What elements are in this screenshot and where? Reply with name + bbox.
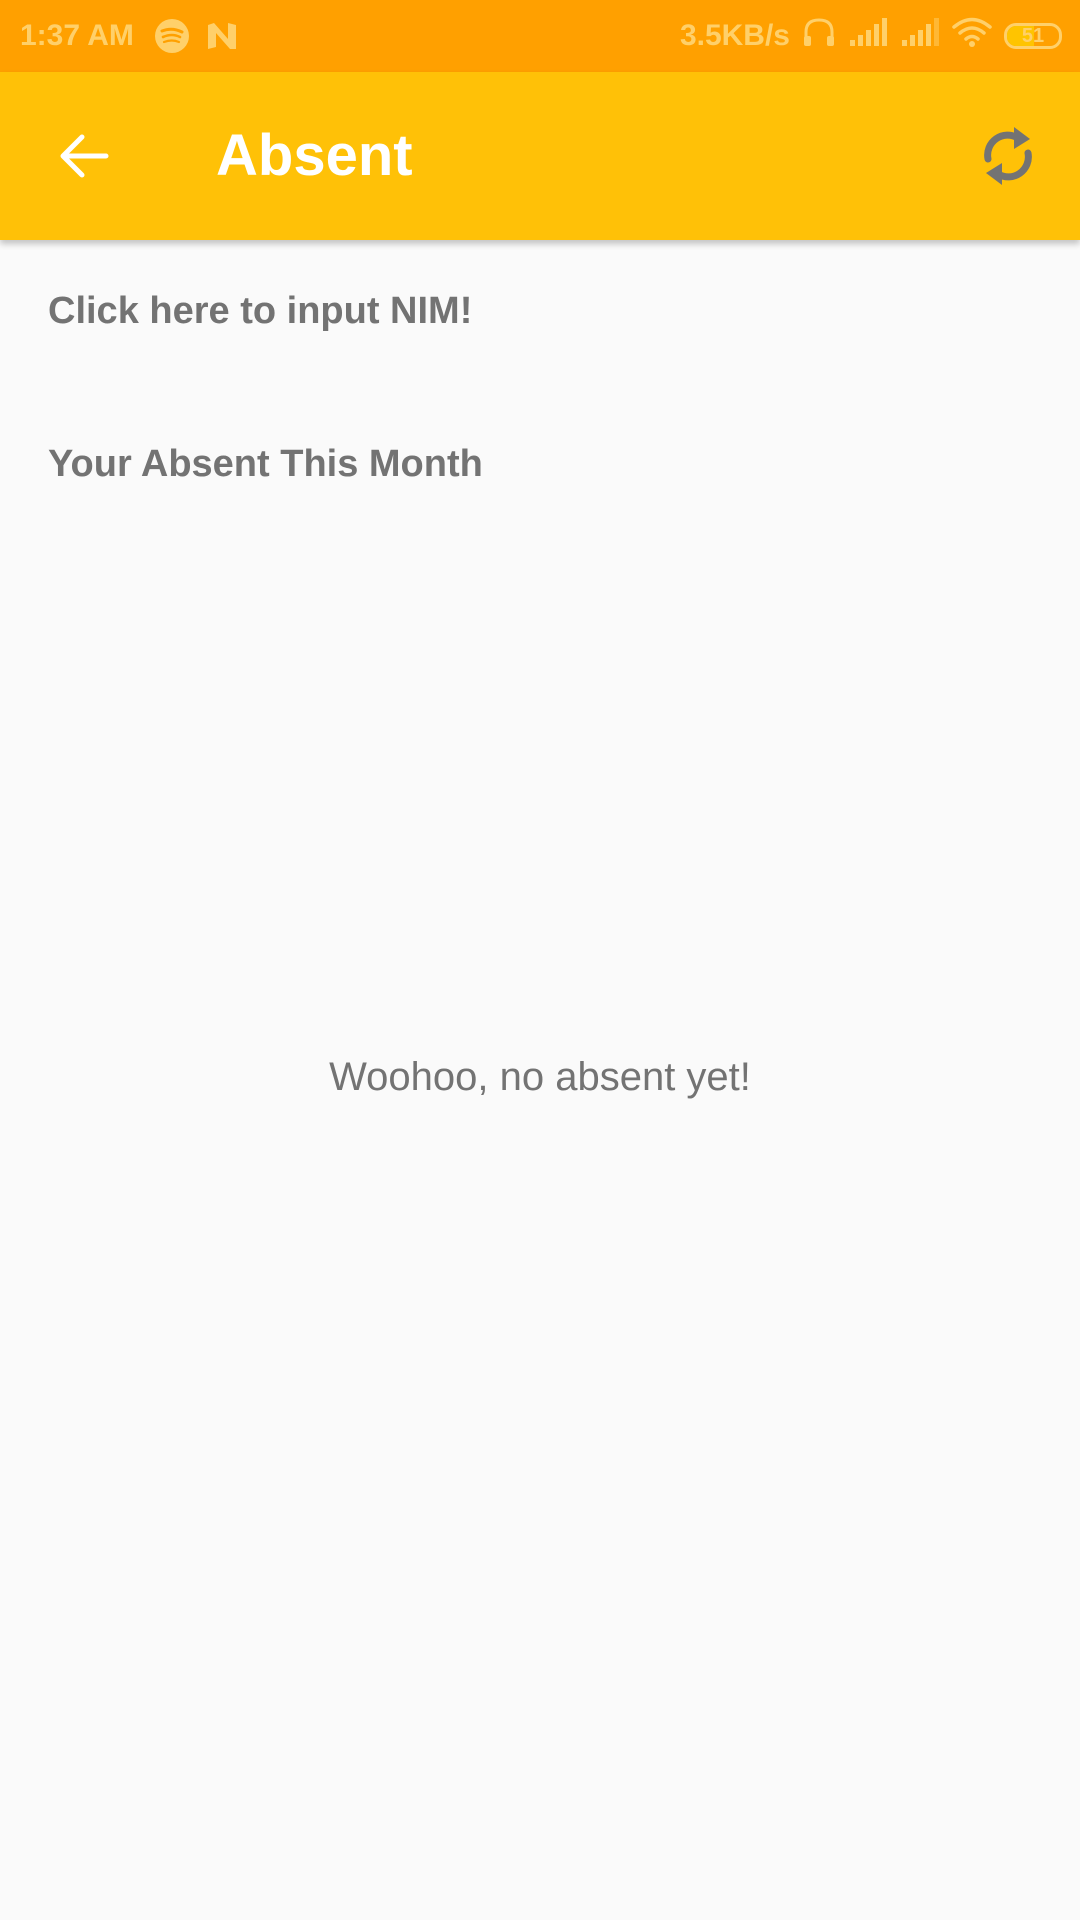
spotify-icon [154,18,190,54]
status-right: 3.5KB/s 51 [668,16,1062,56]
refresh-button[interactable] [964,112,1052,200]
section-title: Your Absent This Month [48,443,483,485]
signal-icon [900,18,940,54]
status-bar: 1:37 AM 3.5KB/s 51 [0,0,1080,72]
page-title: Absent [216,123,413,188]
back-button[interactable] [40,112,128,200]
signal-icon [848,18,888,54]
network-speed: 3.5KB/s [679,19,790,52]
empty-state-message: Woohoo, no absent yet! [329,1055,751,1099]
status-time: 1:37 AM [20,19,134,52]
wifi-icon [952,16,992,56]
arrow-back-icon [60,134,109,178]
battery-icon: 51 [1004,23,1062,49]
input-nim-link[interactable]: Click here to input NIM! [48,290,472,333]
status-left: 1:37 AM [20,18,256,54]
n-app-icon [206,21,240,51]
app-bar: Absent [0,72,1080,240]
battery-level: 51 [1021,24,1045,47]
headphones-icon [802,16,836,56]
refresh-icon [984,127,1032,185]
absent-screen: 1:37 AM 3.5KB/s 51 Absent Click here to … [0,0,1080,1920]
